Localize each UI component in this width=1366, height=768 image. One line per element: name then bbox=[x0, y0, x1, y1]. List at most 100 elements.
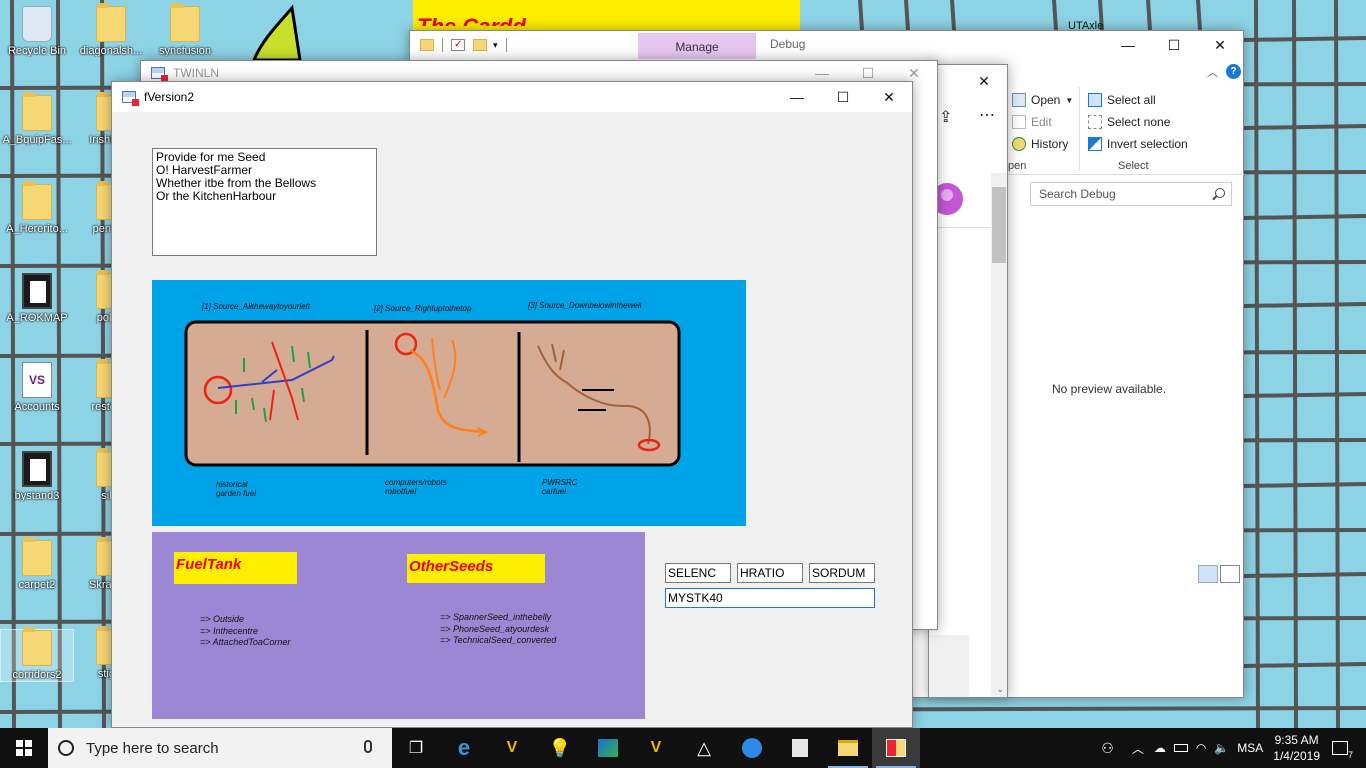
dark-doc-icon bbox=[22, 451, 52, 487]
taskbar-file-explorer[interactable] bbox=[824, 728, 872, 768]
desktop-icon[interactable]: VS Accounts bbox=[0, 362, 74, 413]
taskbar-app-forms[interactable] bbox=[872, 728, 920, 768]
taskbar-app-launcher[interactable] bbox=[584, 728, 632, 768]
otherseeds-list: => SpannerSeed_inthebelly => PhoneSeed_a… bbox=[440, 612, 556, 647]
select-all-icon bbox=[1088, 93, 1102, 107]
customize-quick-access-icon[interactable]: ▾ bbox=[493, 40, 498, 51]
middle-window[interactable]: ✕ ⇪ ⋯ ⌄ bbox=[928, 64, 1008, 698]
maximize-button[interactable]: ☐ bbox=[1151, 31, 1197, 59]
microphone-icon[interactable] bbox=[364, 740, 372, 753]
app-icon bbox=[151, 67, 168, 82]
dark-doc-icon bbox=[22, 273, 52, 309]
desktop-icon[interactable]: syncfusion bbox=[148, 3, 222, 57]
chat-icon bbox=[742, 738, 762, 758]
desktop-icon-label: A_ROKMAP bbox=[6, 312, 68, 324]
chevron-down-icon: ▼ bbox=[1065, 95, 1074, 105]
desktop-icon[interactable]: diagonalsh... bbox=[74, 3, 148, 57]
help-icon[interactable]: ? bbox=[1226, 64, 1241, 79]
scrollbar-thumb[interactable] bbox=[992, 187, 1006, 263]
scroll-down-icon[interactable]: ⌄ bbox=[996, 684, 1004, 695]
file-explorer-icon bbox=[838, 740, 858, 756]
poem-line: Or the KitchenHarbour bbox=[156, 189, 277, 203]
caption-line: robotfuel bbox=[385, 487, 417, 496]
desktop-icon-label: A_Hererito... bbox=[6, 223, 68, 235]
sordum-input[interactable]: SORDUM bbox=[809, 563, 875, 583]
fversion2-window[interactable]: fVersion2 — ☐ ✕ Provide for me Seed O! H… bbox=[111, 81, 913, 728]
close-button[interactable]: ✕ bbox=[866, 82, 912, 112]
battery-icon[interactable] bbox=[1173, 744, 1188, 752]
more-options-icon[interactable]: ⋯ bbox=[979, 105, 995, 125]
caption-line: PWRSRC bbox=[542, 478, 578, 487]
caption-3: PWRSRC carfuel bbox=[542, 478, 578, 496]
maximize-button[interactable]: ☐ bbox=[820, 82, 866, 112]
otherseeds-heading: OtherSeeds bbox=[407, 554, 545, 583]
action-center-icon[interactable]: 7 bbox=[1332, 741, 1353, 760]
invert-selection-button[interactable]: Invert selection bbox=[1088, 137, 1188, 151]
large-icons-view-icon[interactable] bbox=[1220, 565, 1240, 583]
desktop-icon[interactable]: bystand3 bbox=[0, 451, 74, 502]
desktop-icon[interactable]: corridors2 bbox=[0, 627, 74, 682]
divider bbox=[929, 227, 993, 228]
window-title-debug: Debug bbox=[770, 37, 806, 51]
open-button[interactable]: Open ▼ bbox=[1012, 93, 1073, 107]
ribbon-collapse-chevron-icon[interactable]: ︿ bbox=[1207, 64, 1218, 80]
taskbar-app-reader[interactable] bbox=[776, 728, 824, 768]
tab-manage[interactable]: Manage bbox=[638, 33, 756, 59]
taskbar-app-chat[interactable] bbox=[728, 728, 776, 768]
hratio-input[interactable]: HRATIO bbox=[737, 563, 803, 583]
taskbar-search-input[interactable]: Type here to search bbox=[48, 728, 392, 768]
properties-icon[interactable]: ✓ bbox=[451, 39, 465, 51]
volume-icon[interactable]: 🔈 bbox=[1214, 741, 1229, 755]
folder-icon bbox=[170, 3, 200, 42]
start-button[interactable] bbox=[0, 728, 48, 768]
selenc-input[interactable]: SELENC bbox=[665, 563, 731, 583]
folder-icon bbox=[22, 181, 52, 220]
select-none-icon bbox=[1088, 115, 1102, 129]
search-input[interactable]: Search Debug bbox=[1030, 182, 1232, 206]
taskbar-app-delta[interactable]: △ bbox=[680, 728, 728, 768]
cortana-icon bbox=[58, 740, 74, 756]
history-button[interactable]: History bbox=[1012, 137, 1068, 151]
taskbar-app-bulb[interactable]: 💡 bbox=[536, 728, 584, 768]
new-folder-icon[interactable] bbox=[473, 39, 487, 51]
details-view-icon[interactable] bbox=[1198, 565, 1218, 583]
desktop-icon[interactable]: A_ROKMAP bbox=[0, 273, 74, 324]
open-label: Open bbox=[1031, 93, 1061, 107]
desktop-icon[interactable]: carpet2 bbox=[0, 537, 74, 591]
desktop-icon[interactable]: A_Hererito... bbox=[0, 181, 74, 235]
select-none-button[interactable]: Select none bbox=[1088, 115, 1170, 129]
close-button[interactable]: ✕ bbox=[1197, 31, 1243, 59]
people-icon[interactable]: ⚇ bbox=[1101, 740, 1114, 757]
cloud-icon[interactable]: ☁ bbox=[1154, 741, 1166, 755]
mystk-input[interactable]: MYSTK40 bbox=[665, 588, 875, 608]
share-icon[interactable]: ⇪ bbox=[939, 107, 952, 127]
folder-icon bbox=[420, 39, 434, 51]
taskbar-app-vi-2[interactable]: V bbox=[632, 728, 680, 768]
desktop-icon[interactable]: Recycle Bin bbox=[0, 6, 74, 57]
list-item: => PhoneSeed_atyourdesk bbox=[440, 623, 550, 634]
clock[interactable]: 9:35 AM 1/4/2019 bbox=[1273, 732, 1320, 764]
poem-textbox[interactable]: Provide for me Seed O! HarvestFarmer Whe… bbox=[152, 148, 377, 256]
taskbar-app-vi[interactable]: V bbox=[488, 728, 536, 768]
wifi-icon[interactable]: ◠ bbox=[1196, 741, 1206, 755]
select-all-button[interactable]: Select all bbox=[1088, 93, 1156, 107]
open-icon bbox=[1012, 93, 1026, 107]
list-item: => Outside bbox=[200, 614, 245, 624]
bottom-panel bbox=[929, 635, 969, 697]
caption-1: historical garden fuel bbox=[216, 480, 256, 498]
chevron-up-icon[interactable]: ︿ bbox=[1132, 740, 1144, 757]
task-view-button[interactable]: ❐ bbox=[392, 728, 440, 768]
taskbar-edge[interactable]: e bbox=[440, 728, 488, 768]
edit-button[interactable]: Edit bbox=[1012, 115, 1052, 129]
language-indicator[interactable]: MSA bbox=[1237, 741, 1263, 755]
recycle-icon bbox=[22, 6, 52, 42]
vi-icon: V bbox=[650, 739, 662, 756]
minimize-button[interactable]: — bbox=[774, 82, 820, 112]
caption-2: computers/robots robotfuel bbox=[385, 478, 447, 496]
close-button[interactable]: ✕ bbox=[961, 65, 1007, 97]
app-icon bbox=[122, 91, 139, 106]
separator bbox=[505, 38, 507, 52]
minimize-button[interactable]: — bbox=[1105, 31, 1151, 59]
desktop-icon[interactable]: A_BquipFas... bbox=[0, 92, 74, 146]
list-item: => Inthecentre bbox=[200, 625, 259, 636]
